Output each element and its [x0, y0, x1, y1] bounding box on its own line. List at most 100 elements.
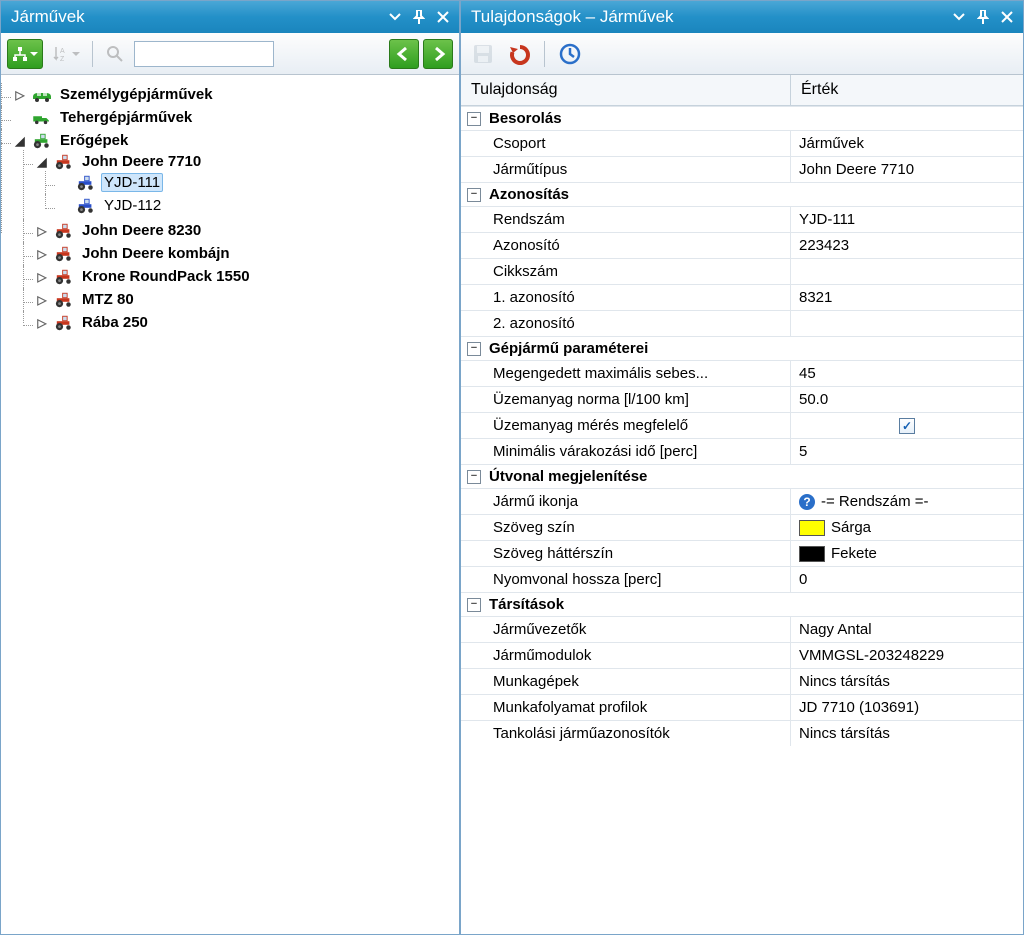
collapse-icon[interactable]: −	[467, 112, 481, 126]
property-row[interactable]: MunkagépekNincs társítás	[461, 668, 1023, 694]
property-value[interactable]: JD 7710 (103691)	[791, 695, 1023, 720]
collapse-icon[interactable]: −	[467, 188, 481, 202]
property-row[interactable]: Minimális várakozási idő [perc]5	[461, 438, 1023, 464]
search-input[interactable]	[134, 41, 274, 67]
property-value[interactable]: 8321	[791, 285, 1023, 310]
expander-icon[interactable]: ▷	[35, 224, 49, 238]
next-button[interactable]	[423, 39, 453, 69]
help-icon[interactable]: ?	[799, 494, 815, 510]
property-row[interactable]: 1. azonosító8321	[461, 284, 1023, 310]
property-value[interactable]: Járművek	[791, 131, 1023, 156]
tree-label[interactable]: YJD-111	[101, 173, 163, 192]
expander-icon[interactable]: ▷	[13, 88, 27, 102]
tree-node-mtz80[interactable]: ▷ MTZ 80	[35, 290, 455, 309]
tree-label[interactable]: Tehergépjárművek	[57, 108, 195, 127]
dropdown-icon[interactable]	[949, 7, 969, 27]
property-row[interactable]: Szöveg színSárga	[461, 514, 1023, 540]
tree-label[interactable]: Személygépjárművek	[57, 85, 216, 104]
checkbox[interactable]	[899, 418, 915, 434]
tree-node-krone[interactable]: ▷ Krone RoundPack 1550	[35, 267, 455, 286]
tree-label[interactable]: YJD-112	[101, 196, 164, 215]
category-header[interactable]: −Útvonal megjelenítése	[461, 465, 1023, 488]
tree-node-jd8230[interactable]: ▷ John Deere 8230	[35, 221, 455, 240]
property-row[interactable]: Szöveg háttérszínFekete	[461, 540, 1023, 566]
property-row[interactable]: JárműmodulokVMMGSL-203248229	[461, 642, 1023, 668]
property-value[interactable]: ?-= Rendszám =-	[791, 489, 1023, 514]
property-row[interactable]: CsoportJárművek	[461, 130, 1023, 156]
tree-label[interactable]: Krone RoundPack 1550	[79, 267, 253, 286]
property-row[interactable]: RendszámYJD-111	[461, 206, 1023, 232]
property-value[interactable]: VMMGSL-203248229	[791, 643, 1023, 668]
property-row[interactable]: JárművezetőkNagy Antal	[461, 616, 1023, 642]
property-row[interactable]: Jármű ikonja?-= Rendszám =-	[461, 488, 1023, 514]
save-button[interactable]	[469, 40, 497, 68]
property-value[interactable]: Nincs társítás	[791, 669, 1023, 694]
expander-icon[interactable]: ▷	[35, 270, 49, 284]
property-row[interactable]: Tankolási járműazonosítókNincs társítás	[461, 720, 1023, 746]
tree-node-yjd111[interactable]: YJD-111	[57, 173, 455, 192]
property-row[interactable]: Cikkszám	[461, 258, 1023, 284]
expander-icon[interactable]: ▷	[35, 316, 49, 330]
category-header[interactable]: −Besorolás	[461, 107, 1023, 130]
property-value[interactable]: 5	[791, 439, 1023, 464]
tree-node-yjd112[interactable]: YJD-112	[57, 196, 455, 215]
history-button[interactable]	[556, 40, 584, 68]
prev-button[interactable]	[389, 39, 419, 69]
tree-label[interactable]: John Deere 8230	[79, 221, 204, 240]
category-header[interactable]: −Azonosítás	[461, 183, 1023, 206]
tree-node-jd7710[interactable]: ◢ John Deere 7710	[35, 152, 455, 171]
pin-icon[interactable]	[973, 7, 993, 27]
property-value[interactable]: 223423	[791, 233, 1023, 258]
property-value[interactable]: 45	[791, 361, 1023, 386]
tree-node-teher[interactable]: Tehergépjárművek	[13, 108, 455, 127]
property-row[interactable]: Üzemanyag norma [l/100 km]50.0	[461, 386, 1023, 412]
expander-icon[interactable]: ◢	[13, 134, 27, 148]
category-header[interactable]: −Társítások	[461, 593, 1023, 616]
tree-mode-button[interactable]	[7, 39, 43, 69]
tree-node-erogepek[interactable]: ◢ Erőgépek	[13, 131, 455, 150]
header-value[interactable]: Érték	[791, 75, 1023, 105]
property-row[interactable]: Azonosító223423	[461, 232, 1023, 258]
tree-node-szemely[interactable]: ▷ Személygépjárművek	[13, 85, 455, 104]
close-icon[interactable]	[433, 7, 453, 27]
expander-icon[interactable]: ▷	[35, 247, 49, 261]
tree-label[interactable]: Erőgépek	[57, 131, 131, 150]
dropdown-icon[interactable]	[385, 7, 405, 27]
property-row[interactable]: JárműtípusJohn Deere 7710	[461, 156, 1023, 182]
property-value[interactable]: Nincs társítás	[791, 721, 1023, 746]
sort-button[interactable]: AZ	[47, 39, 85, 69]
property-row[interactable]: Munkafolyamat profilokJD 7710 (103691)	[461, 694, 1023, 720]
expander-icon[interactable]: ▷	[35, 293, 49, 307]
tree-node-raba250[interactable]: ▷ Rába 250	[35, 313, 455, 332]
property-grid[interactable]: −BesorolásCsoportJárművekJárműtípusJohn …	[461, 106, 1023, 934]
collapse-icon[interactable]: −	[467, 470, 481, 484]
close-icon[interactable]	[997, 7, 1017, 27]
pin-icon[interactable]	[409, 7, 429, 27]
property-value[interactable]: YJD-111	[791, 207, 1023, 232]
revert-button[interactable]	[505, 40, 533, 68]
category-header[interactable]: −Gépjármű paraméterei	[461, 337, 1023, 360]
property-value[interactable]	[791, 413, 1023, 438]
property-row[interactable]: Nyomvonal hossza [perc]0	[461, 566, 1023, 592]
property-value[interactable]: John Deere 7710	[791, 157, 1023, 182]
property-value[interactable]: 0	[791, 567, 1023, 592]
search-button[interactable]	[100, 39, 130, 69]
collapse-icon[interactable]: −	[467, 342, 481, 356]
property-row[interactable]: Megengedett maximális sebes...45	[461, 360, 1023, 386]
property-row[interactable]: 2. azonosító	[461, 310, 1023, 336]
tree-label[interactable]: John Deere 7710	[79, 152, 204, 171]
expander-icon[interactable]: ◢	[35, 155, 49, 169]
property-value[interactable]: Sárga	[791, 515, 1023, 540]
tree-label[interactable]: Rába 250	[79, 313, 151, 332]
collapse-icon[interactable]: −	[467, 598, 481, 612]
property-value[interactable]	[791, 259, 1023, 284]
property-value[interactable]: Fekete	[791, 541, 1023, 566]
property-value[interactable]: Nagy Antal	[791, 617, 1023, 642]
property-value[interactable]: 50.0	[791, 387, 1023, 412]
property-row[interactable]: Üzemanyag mérés megfelelő	[461, 412, 1023, 438]
header-property[interactable]: Tulajdonság	[461, 75, 791, 105]
vehicles-tree[interactable]: ▷ Személygépjárművek Tehergépjárművek ◢ Erőg…	[1, 75, 459, 934]
tree-label[interactable]: MTZ 80	[79, 290, 137, 309]
property-value[interactable]	[791, 311, 1023, 336]
tree-node-jdkombajn[interactable]: ▷John Deere kombájn	[35, 244, 455, 263]
